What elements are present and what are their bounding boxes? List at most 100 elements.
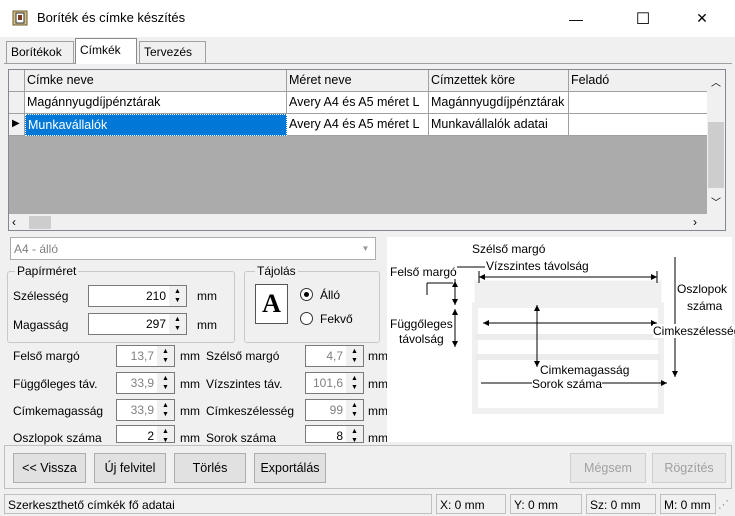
cell-cimzettek-kore[interactable]: Munkavállalók adatai	[429, 114, 569, 136]
scroll-down-icon[interactable]: ﹀	[711, 194, 721, 209]
sorok-szama-label: Sorok száma	[206, 431, 277, 445]
papirmeret-legend: Papírméret	[15, 264, 79, 278]
felso-margo-input[interactable]: 13,7 ▲ ▼	[116, 345, 175, 367]
preview-felso-margo: Felső margó	[390, 265, 457, 279]
fuggoleges-tav-unit: mm	[180, 377, 200, 391]
preview-oszlopok-1: Oszlopok	[677, 282, 728, 296]
scroll-up-icon[interactable]: ︿	[711, 74, 721, 89]
fuggoleges-tav-input[interactable]: 33,9 ▲ ▼	[116, 372, 175, 394]
cell-felado[interactable]	[569, 92, 707, 114]
sorok-szama-input[interactable]: 8 ▲ ▼	[305, 425, 364, 443]
horizontal-scroll-thumb[interactable]	[29, 216, 51, 229]
cimkemagassag-label: Címkemagasság	[13, 404, 104, 418]
oszlopok-szama-unit: mm	[180, 431, 200, 445]
column-header-meret-neve[interactable]: Méret neve	[287, 70, 429, 92]
cimkemagassag-unit: mm	[180, 404, 200, 418]
grid-horizontal-scrollbar[interactable]: ‹ ›	[9, 214, 707, 230]
chevron-down-icon[interactable]: ▼	[356, 238, 375, 259]
radio-allo[interactable]	[300, 288, 313, 301]
header-indicator-cell	[9, 70, 25, 92]
magassag-unit: mm	[197, 318, 217, 332]
cell-felado[interactable]	[569, 114, 707, 136]
vizszintes-tav-label: Vízszintes táv.	[206, 377, 283, 391]
szelesseg-label: Szélesség	[13, 289, 69, 303]
magassag-input[interactable]: 297 ▲ ▼	[88, 313, 187, 335]
row-indicator[interactable]	[9, 92, 25, 114]
label-layout-preview: Szélső margó Vízszintes távolság Felső m…	[387, 237, 735, 442]
cell-meret-neve[interactable]: Avery A4 és A5 méret L	[287, 92, 429, 114]
save-button[interactable]: Rögzítés	[652, 453, 726, 483]
spin-arrows-icon[interactable]: ▲ ▼	[346, 426, 363, 442]
felso-margo-label: Felső margó	[13, 349, 80, 363]
maximize-button[interactable]: ☐	[620, 0, 666, 37]
cell-cimzettek-kore[interactable]: Magánnyugdíjpénztárak	[429, 92, 569, 114]
status-m: M: 0 mm	[660, 494, 716, 514]
cell-cimke-neve[interactable]: Magánnyugdíjpénztárak	[25, 92, 287, 114]
app-icon	[12, 10, 28, 26]
vizszintes-tav-input[interactable]: 101,6 ▲ ▼	[305, 372, 364, 394]
spin-arrows-icon[interactable]: ▲ ▼	[346, 373, 363, 393]
preview-cimkeszelesseg: Cimkeszélesség	[653, 324, 735, 338]
preview-oszlopok-2: száma	[687, 299, 723, 313]
grid-body: Címke neve Méret neve Címzettek köre Fel…	[9, 70, 707, 214]
current-row-indicator-icon[interactable]: ▶	[9, 114, 25, 136]
szelso-margo-input[interactable]: 4,7 ▲ ▼	[305, 345, 364, 367]
back-button[interactable]: << Vissza	[13, 453, 86, 483]
fuggoleges-tav-label: Függőleges táv.	[13, 377, 98, 391]
tab-boritekok[interactable]: Borítékok	[6, 41, 74, 63]
resize-grip-icon[interactable]: ⋰	[718, 498, 729, 511]
cimkeszelesseg-unit: mm	[368, 404, 388, 418]
spin-arrows-icon[interactable]: ▲ ▼	[169, 286, 186, 306]
tab-tervezes[interactable]: Tervezés	[139, 41, 206, 63]
felso-margo-unit: mm	[180, 349, 200, 363]
cell-meret-neve[interactable]: Avery A4 és A5 méret L	[287, 114, 429, 136]
title-bar: Boríték és címke készítés — ☐ ✕	[0, 0, 735, 37]
szelesseg-input[interactable]: 210 ▲ ▼	[88, 285, 187, 307]
oszlopok-szama-label: Oszlopok száma	[13, 431, 102, 445]
paper-size-select[interactable]: A4 - álló ▼	[10, 237, 376, 260]
tajolas-legend: Tájolás	[255, 264, 298, 278]
export-button[interactable]: Exportálás	[254, 453, 326, 483]
spin-arrows-icon[interactable]: ▲ ▼	[157, 346, 174, 366]
cancel-button[interactable]: Mégsem	[570, 453, 646, 483]
cell-cimke-neve-selected[interactable]: Munkavállalók	[25, 114, 287, 136]
radio-allo-label[interactable]: Álló	[320, 288, 340, 302]
new-record-button[interactable]: Új felvitel	[94, 453, 166, 483]
radio-fekvo-label[interactable]: Fekvő	[320, 312, 353, 326]
magassag-label: Magasság	[13, 318, 69, 332]
spin-arrows-icon[interactable]: ▲ ▼	[169, 314, 186, 334]
labels-grid[interactable]: Címke neve Méret neve Címzettek köre Fel…	[8, 69, 726, 231]
oszlopok-szama-input[interactable]: 2 ▲ ▼	[116, 425, 175, 443]
column-header-cimzettek-kore[interactable]: Címzettek köre	[429, 70, 569, 92]
preview-szelso-margo: Szélső margó	[472, 242, 546, 256]
vertical-scroll-thumb[interactable]	[708, 122, 724, 188]
preview-vizszintes-tavolsag: Vízszintes távolság	[486, 259, 589, 273]
delete-button[interactable]: Törlés	[174, 453, 246, 483]
szelesseg-unit: mm	[197, 289, 217, 303]
preview-sorok-szama: Sorok száma	[532, 377, 603, 391]
sorok-szama-unit: mm	[368, 431, 388, 445]
spin-arrows-icon[interactable]: ▲ ▼	[346, 346, 363, 366]
tab-cimkek[interactable]: Címkék	[75, 38, 137, 64]
orientation-page-icon: A	[255, 284, 288, 324]
spin-arrows-icon[interactable]: ▲ ▼	[157, 426, 174, 442]
vizszintes-tav-unit: mm	[368, 377, 388, 391]
spin-arrows-icon[interactable]: ▲ ▼	[346, 400, 363, 420]
grid-vertical-scrollbar[interactable]: ︿ ﹀	[707, 70, 725, 214]
scroll-left-icon[interactable]: ‹	[12, 215, 16, 229]
cimkeszelesseg-input[interactable]: 99 ▲ ▼	[305, 399, 364, 421]
paper-size-value: A4 - álló	[14, 242, 59, 256]
cimkemagassag-input[interactable]: 33,9 ▲ ▼	[116, 399, 175, 421]
column-header-cimke-neve[interactable]: Címke neve	[25, 70, 287, 92]
status-message: Szerkeszthető címkék fő adatai	[4, 494, 432, 514]
close-button[interactable]: ✕	[679, 0, 725, 37]
szelso-margo-label: Szélső margó	[206, 349, 280, 363]
status-x: X: 0 mm	[436, 494, 506, 514]
radio-fekvo[interactable]	[300, 312, 313, 325]
spin-arrows-icon[interactable]: ▲ ▼	[157, 400, 174, 420]
spin-arrows-icon[interactable]: ▲ ▼	[157, 373, 174, 393]
window-title: Boríték és címke készítés	[37, 10, 186, 25]
column-header-felado[interactable]: Feladó	[569, 70, 707, 92]
minimize-button[interactable]: —	[553, 0, 599, 37]
scroll-right-icon[interactable]: ›	[693, 215, 697, 229]
